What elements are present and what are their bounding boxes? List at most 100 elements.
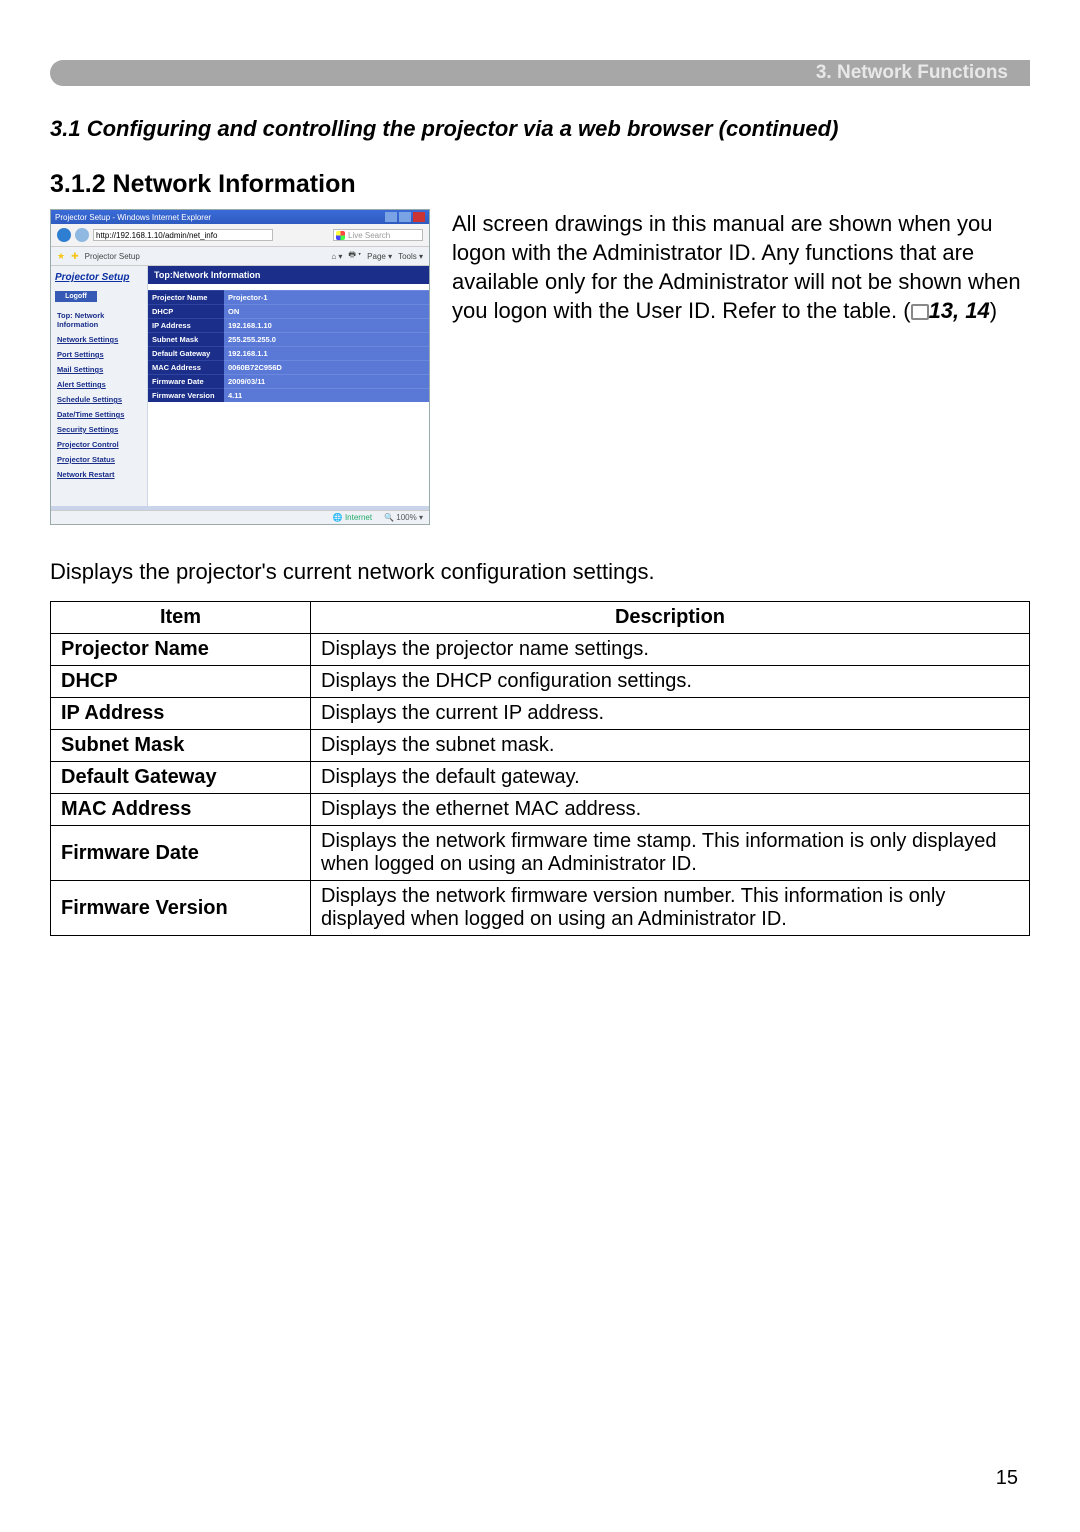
section-title: 3.1 Configuring and controlling the proj… [50, 116, 1030, 142]
sidebar-item[interactable]: Security Settings [55, 422, 143, 437]
kv-row: Subnet Mask255.255.255.0 [148, 332, 429, 346]
screenshot-body: Projector Setup Logoff Top: Network Info… [51, 266, 429, 506]
sidebar-item[interactable]: Port Settings [55, 347, 143, 362]
manual-page: 3. Network Functions 3.1 Configuring and… [0, 0, 1080, 1532]
kv-key: MAC Address [148, 360, 224, 374]
cell-desc: Displays the network firmware version nu… [311, 881, 1030, 936]
table-row: Firmware DateDisplays the network firmwa… [51, 826, 1030, 881]
address-bar-row: Live Search [51, 224, 429, 247]
maximize-icon [399, 212, 411, 222]
sidebar-item[interactable]: Network Settings [55, 332, 143, 347]
search-box[interactable]: Live Search [333, 229, 423, 241]
cell-desc: Displays the DHCP configuration settings… [311, 666, 1030, 698]
sidebar-item[interactable]: Schedule Settings [55, 392, 143, 407]
intro-row: Projector Setup - Windows Internet Explo… [50, 209, 1030, 525]
kv-val: 255.255.255.0 [224, 332, 429, 346]
kv-val: 192.168.1.10 [224, 318, 429, 332]
table-row: IP AddressDisplays the current IP addres… [51, 698, 1030, 730]
kv-row: Firmware Version4.11 [148, 388, 429, 402]
print-icon: 🖶 ▾ [348, 249, 361, 263]
book-icon [911, 304, 929, 320]
address-input[interactable] [93, 229, 273, 241]
favorites-icon: ★ [57, 251, 65, 262]
sidebar-item[interactable]: Mail Settings [55, 362, 143, 377]
sidebar-item[interactable]: Projector Control [55, 437, 143, 452]
subsection-title: 3.1.2 Network Information [50, 170, 1030, 199]
status-bar: 🌐 Internet 🔍 100% ▾ [51, 510, 429, 524]
table-row: Firmware VersionDisplays the network fir… [51, 881, 1030, 936]
table-row: MAC AddressDisplays the ethernet MAC add… [51, 794, 1030, 826]
screenshot-main-panel: Top:Network Information Projector NamePr… [147, 266, 429, 506]
sidebar-item[interactable]: Alert Settings [55, 377, 143, 392]
table-row: Projector NameDisplays the projector nam… [51, 634, 1030, 666]
logoff-button[interactable]: Logoff [55, 291, 97, 302]
window-titlebar: Projector Setup - Windows Internet Explo… [51, 210, 429, 224]
sidebar-item[interactable]: Top: Network Information [55, 308, 143, 332]
kv-val: 0060B72C956D [224, 360, 429, 374]
status-internet: 🌐 Internet [333, 513, 372, 522]
kv-key: Firmware Version [148, 388, 224, 402]
kv-row: IP Address192.168.1.10 [148, 318, 429, 332]
home-icon: ⌂ ▾ [331, 252, 342, 261]
kv-key: IP Address [148, 318, 224, 332]
kv-row: DHCPON [148, 304, 429, 318]
add-favorite-icon: ✚ [71, 251, 79, 262]
embedded-screenshot: Projector Setup - Windows Internet Explo… [50, 209, 430, 525]
screenshot-sidebar: Projector Setup Logoff Top: Network Info… [51, 266, 147, 506]
cell-item: Firmware Date [51, 826, 311, 881]
sidebar-item[interactable]: Date/Time Settings [55, 407, 143, 422]
sidebar-brand: Projector Setup [55, 270, 143, 289]
kv-val: Projector-1 [224, 290, 429, 304]
table-row: DHCPDisplays the DHCP configuration sett… [51, 666, 1030, 698]
kv-key: Default Gateway [148, 346, 224, 360]
sidebar-item[interactable]: Projector Status [55, 452, 143, 467]
kv-key: Firmware Date [148, 374, 224, 388]
page-number: 15 [996, 1467, 1018, 1490]
cell-item: MAC Address [51, 794, 311, 826]
browser-tab[interactable]: Projector Setup [85, 252, 140, 261]
kv-row: MAC Address0060B72C956D [148, 360, 429, 374]
window-buttons [385, 212, 425, 222]
kv-val: 2009/03/11 [224, 374, 429, 388]
page-reference: 13, 14 [929, 298, 990, 323]
cell-item: DHCP [51, 666, 311, 698]
kv-key: DHCP [148, 304, 224, 318]
search-placeholder: Live Search [348, 231, 390, 240]
forward-icon [75, 228, 89, 242]
lead-sentence: Displays the projector's current network… [50, 559, 1030, 585]
sidebar-item[interactable]: Network Restart [55, 467, 143, 482]
kv-row: Default Gateway192.168.1.1 [148, 346, 429, 360]
kv-key: Subnet Mask [148, 332, 224, 346]
cell-item: Projector Name [51, 634, 311, 666]
cell-item: Subnet Mask [51, 730, 311, 762]
cell-desc: Displays the default gateway. [311, 762, 1030, 794]
panel-title: Top:Network Information [148, 266, 429, 284]
info-table: Item Description Projector NameDisplays … [50, 601, 1030, 936]
table-row: Default GatewayDisplays the default gate… [51, 762, 1030, 794]
intro-paragraph: All screen drawings in this manual are s… [452, 209, 1030, 325]
page-menu: Page ▾ [367, 252, 392, 261]
tools-menu: Tools ▾ [398, 252, 423, 261]
cell-item: Default Gateway [51, 762, 311, 794]
cell-desc: Displays the current IP address. [311, 698, 1030, 730]
th-desc: Description [311, 602, 1030, 634]
cell-item: Firmware Version [51, 881, 311, 936]
th-item: Item [51, 602, 311, 634]
status-zoom: 🔍 100% ▾ [384, 513, 423, 522]
cell-desc: Displays the ethernet MAC address. [311, 794, 1030, 826]
back-icon [57, 228, 71, 242]
kv-key: Projector Name [148, 290, 224, 304]
cell-desc: Displays the subnet mask. [311, 730, 1030, 762]
intro-text-2: ) [990, 298, 997, 323]
cell-desc: Displays the network firmware time stamp… [311, 826, 1030, 881]
tab-row: ★ ✚ Projector Setup ⌂ ▾ 🖶 ▾ Page ▾ Tools… [51, 247, 429, 266]
close-icon [413, 212, 425, 222]
kv-val: 192.168.1.1 [224, 346, 429, 360]
cell-desc: Displays the projector name settings. [311, 634, 1030, 666]
kv-row: Firmware Date2009/03/11 [148, 374, 429, 388]
window-title-text: Projector Setup - Windows Internet Explo… [55, 213, 211, 222]
table-row: Subnet MaskDisplays the subnet mask. [51, 730, 1030, 762]
kv-val: 4.11 [224, 388, 429, 402]
cell-item: IP Address [51, 698, 311, 730]
table-header-row: Item Description [51, 602, 1030, 634]
